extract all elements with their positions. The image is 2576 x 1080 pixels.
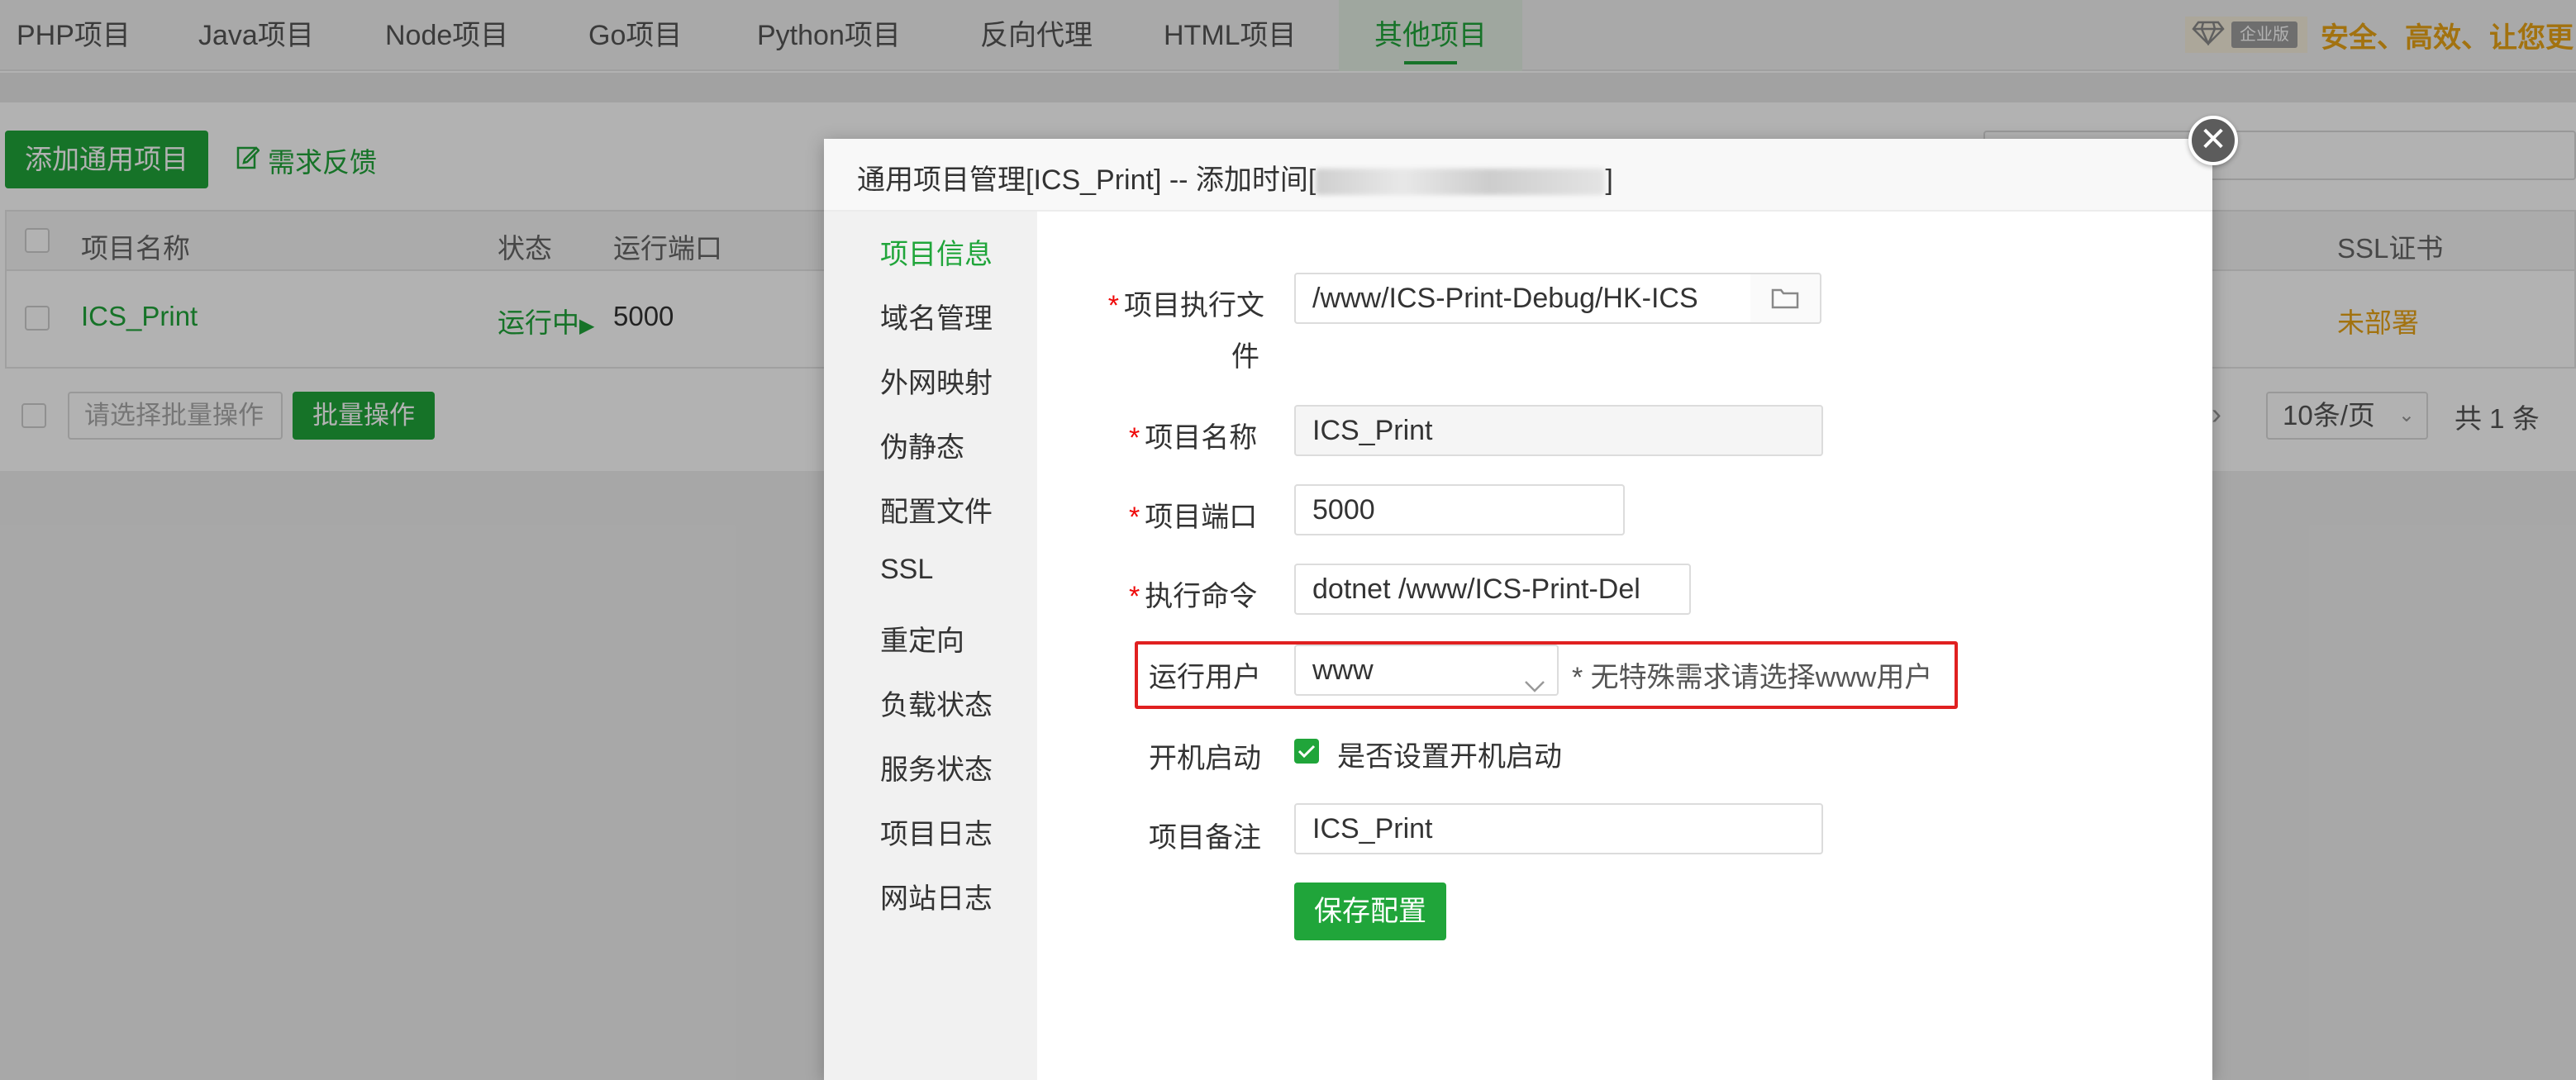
boot-start-checkbox-label[interactable]: 是否设置开机启动	[1337, 734, 1562, 774]
boot-start-checkbox[interactable]	[1294, 739, 1319, 764]
modal-title: 通用项目管理[ICS_Print] -- 添加时间[]	[857, 164, 1613, 196]
remark-input[interactable]: ICS_Print	[1294, 803, 1823, 854]
menu-domain[interactable]: 域名管理	[880, 296, 993, 336]
project-name-input[interactable]: ICS_Print	[1294, 405, 1823, 456]
save-config-button[interactable]: 保存配置	[1294, 883, 1446, 940]
menu-site-log[interactable]: 网站日志	[880, 876, 993, 916]
exec-command-label: * 执行命令	[1129, 581, 1258, 612]
project-port-input[interactable]: 5000	[1294, 484, 1625, 535]
menu-ssl[interactable]: SSL	[880, 554, 933, 586]
run-user-select[interactable]: www	[1294, 645, 1559, 696]
project-name-label: * 项目名称	[1129, 422, 1258, 454]
run-user-label: 运行用户	[1149, 662, 1261, 693]
folder-icon[interactable]	[1750, 273, 1821, 324]
menu-project-log[interactable]: 项目日志	[880, 811, 993, 852]
exec-file-label-wrap: 件	[1231, 341, 1259, 373]
menu-service-status[interactable]: 服务状态	[880, 747, 993, 787]
exec-file-input[interactable]: /www/ICS-Print-Debug/HK-ICS	[1294, 273, 1752, 324]
menu-config-file[interactable]: 配置文件	[880, 489, 993, 530]
menu-project-info[interactable]: 项目信息	[880, 231, 993, 272]
redacted-timestamp	[1316, 169, 1606, 196]
menu-rewrite[interactable]: 伪静态	[880, 425, 964, 465]
modal-header: 通用项目管理[ICS_Print] -- 添加时间[]	[824, 139, 2212, 212]
menu-external-map[interactable]: 外网映射	[880, 360, 993, 401]
menu-load-status[interactable]: 负载状态	[880, 683, 993, 723]
modal-side-menu: 项目信息 域名管理 外网映射 伪静态 配置文件 SSL 重定向 负载状态 服务状…	[824, 212, 1037, 1080]
run-user-hint: * 无特殊需求请选择www用户	[1572, 662, 1933, 693]
boot-start-label: 开机启动	[1149, 743, 1261, 774]
remark-label: 项目备注	[1149, 822, 1261, 854]
project-port-label: * 项目端口	[1129, 502, 1258, 533]
exec-file-label: * 项目执行文	[1107, 290, 1264, 321]
check-icon	[1298, 745, 1316, 759]
exec-command-input[interactable]: dotnet /www/ICS-Print-Del	[1294, 564, 1691, 615]
close-icon[interactable]: ✕	[2188, 116, 2238, 165]
chevron-down-icon	[1524, 661, 1545, 694]
menu-redirect[interactable]: 重定向	[880, 618, 964, 659]
